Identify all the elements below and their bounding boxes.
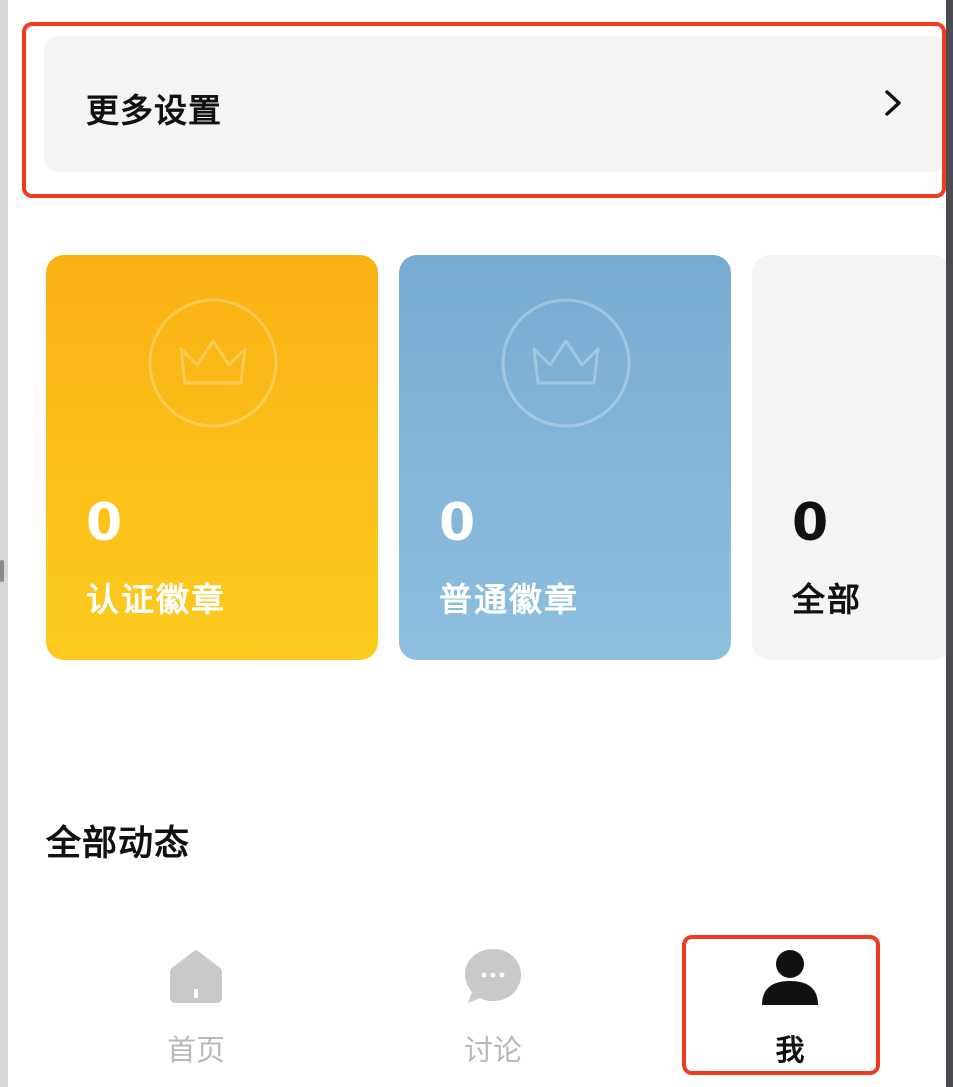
more-settings-label: 更多设置 [86, 91, 222, 130]
crown-emblem-icon [148, 298, 278, 428]
tab-discuss-label: 讨论 [463, 1033, 522, 1067]
certified-badge-title: 认证徽章 [86, 580, 226, 619]
bottom-tab-bar: 首页 讨论 我 [8, 925, 946, 1087]
user-icon [762, 950, 818, 1005]
home-icon [170, 950, 222, 1003]
tab-home-label: 首页 [166, 1033, 225, 1067]
tab-me-label: 我 [775, 1033, 805, 1067]
crown-emblem-icon [501, 298, 631, 428]
certified-badges-card[interactable]: 0 认证徽章 [46, 255, 378, 660]
more-settings-row[interactable]: 更多设置 [44, 36, 946, 172]
all-badge-count: 0 [792, 493, 829, 553]
normal-badges-card[interactable]: 0 普通徽章 [399, 255, 731, 660]
tab-home[interactable]: 首页 [96, 925, 296, 1075]
chat-bubble-icon [465, 949, 521, 1003]
chevron-right-icon [885, 90, 901, 116]
all-badges-card[interactable]: 0 全部 [752, 255, 946, 660]
profile-screen: 更多设置 0 认证徽章 0 普通徽章 0 全部 全部动态 首页 讨论 我 [8, 0, 946, 1087]
window-right-edge [946, 0, 953, 1087]
window-left-edge [0, 0, 8, 1087]
all-activity-title: 全部动态 [46, 824, 191, 864]
all-badge-title: 全部 [792, 580, 862, 619]
normal-badge-title: 普通徽章 [439, 580, 579, 619]
edge-glyph [0, 560, 4, 582]
certified-badge-count: 0 [86, 493, 123, 553]
normal-badge-count: 0 [439, 493, 476, 553]
tab-me[interactable]: 我 [690, 925, 890, 1075]
tab-discuss[interactable]: 讨论 [393, 925, 593, 1075]
